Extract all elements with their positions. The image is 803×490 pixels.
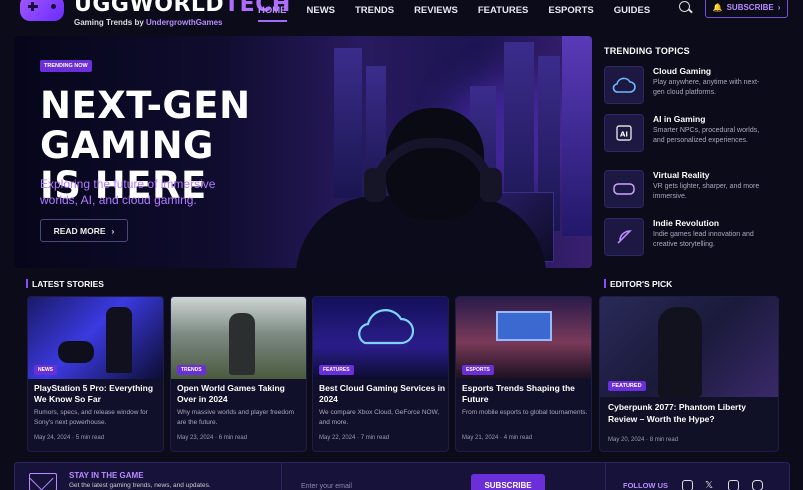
email-input[interactable]: Enter your email: [295, 477, 485, 490]
newsletter-bar: STAY IN THE GAME Get the latest gaming t…: [14, 462, 790, 490]
story-card[interactable]: ESPORTS Esports Trends Shaping the Futur…: [455, 296, 592, 452]
trending-item-title: Cloud Gaming: [653, 66, 712, 76]
logo[interactable]: UGGWORLDTECH Gaming Trends by Undergrowt…: [20, 0, 291, 27]
tagline-a: Gaming Trends by: [74, 18, 147, 27]
story-date: May 23, 2024: [177, 435, 214, 441]
story-date: May 22, 2024: [319, 435, 356, 441]
trending-badge: TRENDING NOW: [40, 60, 92, 72]
youtube-icon[interactable]: [728, 480, 739, 490]
ai-chip-icon: AI: [604, 114, 644, 152]
story-card[interactable]: NEWS PlayStation 5 Pro: Everything We Kn…: [27, 296, 164, 452]
page: UGGWORLDTECH Gaming Trends by Undergrowt…: [0, 0, 803, 490]
feather-icon: [604, 218, 644, 256]
trending-item-ai[interactable]: AI AI in Gaming Smarter NPCs, procedural…: [604, 114, 790, 156]
mail-icon: [29, 473, 57, 490]
story-desc: We compare Xbox Cloud, GeForce NOW, and …: [319, 409, 440, 426]
trending-item-desc: Smarter NPCs, procedural worlds, and per…: [653, 127, 760, 144]
hero-subtitle: Exploring the future of immersive worlds…: [40, 177, 216, 207]
search-icon[interactable]: [678, 1, 692, 15]
trending-item-vr[interactable]: Virtual Reality VR gets lighter, sharper…: [604, 170, 790, 212]
read-more-button[interactable]: READ MORE ›: [40, 219, 128, 242]
story-title: PlayStation 5 Pro: Everything We Know So…: [34, 383, 154, 404]
nav-trends[interactable]: TRENDS: [355, 0, 394, 22]
nav-home[interactable]: HOME: [258, 0, 287, 22]
story-card[interactable]: TRENDS Open World Games Taking Over in 2…: [170, 296, 307, 452]
hero-banner[interactable]: TRENDING NOW NEXT-GEN GAMING IS HERE Expl…: [14, 36, 592, 268]
discord-icon[interactable]: [682, 480, 693, 490]
newsletter-desc: Get the latest gaming trends, news, and …: [69, 482, 211, 489]
nav-esports[interactable]: ESPORTS: [548, 0, 593, 22]
story-meta: May 21, 2024 · 4 min read: [462, 435, 533, 441]
story-desc: Rumors, specs, and release window for So…: [34, 409, 148, 426]
story-read-time: 5 min read: [75, 435, 105, 441]
story-desc: From mobile esports to global tournament…: [462, 409, 588, 416]
nav-features[interactable]: FEATURES: [478, 0, 529, 22]
trending-item-desc: VR gets lighter, sharper, and more immer…: [653, 183, 760, 200]
read-more-label: READ MORE: [53, 225, 106, 236]
nav-guides[interactable]: GUIDES: [614, 0, 650, 22]
hero-title-line1: NEXT-GEN GAMING: [40, 84, 251, 167]
trending-title: TRENDING TOPICS: [604, 46, 690, 56]
newsletter-title: STAY IN THE GAME: [69, 471, 144, 480]
subscribe-button[interactable]: 🔔 SUBSCRIBE ›: [705, 0, 788, 18]
trending-item-desc: Play anywhere, anytime with next-gen clo…: [653, 79, 760, 96]
pick-date: May 20, 2024: [608, 437, 645, 443]
story-tag: ESPORTS: [462, 365, 494, 375]
vr-headset-icon: [604, 170, 644, 208]
instagram-icon[interactable]: [752, 480, 763, 490]
editors-pick-card[interactable]: FEATURED Cyberpunk 2077: Phantom Liberty…: [599, 296, 779, 452]
story-card[interactable]: FEATURES Best Cloud Gaming Services in 2…: [312, 296, 449, 452]
story-meta: May 22, 2024 · 7 min read: [319, 435, 390, 441]
story-date: May 24, 2024: [34, 435, 71, 441]
editors-pick-title: EDITOR'S PICK: [604, 279, 672, 289]
story-desc: Why massive worlds and player freedom ar…: [177, 409, 295, 426]
nav-reviews[interactable]: REVIEWS: [414, 0, 458, 22]
story-read-time: 6 min read: [218, 435, 248, 441]
trending-item-desc: Indie games lead innovation and creative…: [653, 231, 754, 248]
divider: [605, 463, 606, 490]
story-read-time: 7 min read: [360, 435, 390, 441]
trending-item-title: Virtual Reality: [653, 170, 710, 180]
pick-read-time: 8 min read: [649, 437, 679, 443]
tagline-b: UndergrowthGames: [146, 18, 223, 27]
x-twitter-icon[interactable]: 𝕏: [705, 480, 716, 490]
svg-text:AI: AI: [620, 131, 628, 139]
story-tag: FEATURES: [319, 365, 354, 375]
nav-news[interactable]: NEWS: [307, 0, 336, 22]
gamepad-icon: [20, 0, 64, 21]
trending-item-cloud[interactable]: Cloud Gaming Play anywhere, anytime with…: [604, 66, 790, 108]
latest-stories-title: LATEST STORIES: [26, 279, 104, 289]
headphone-ear: [480, 168, 502, 202]
building: [562, 36, 592, 236]
cloud-icon: [604, 66, 644, 104]
brand-name-a: UGGWORLD: [74, 0, 225, 17]
story-title: Best Cloud Gaming Services in 2024: [319, 383, 446, 404]
story-tag: TRENDS: [177, 365, 206, 375]
story-tag: NEWS: [34, 365, 57, 375]
main-nav: HOME NEWS TRENDS REVIEWS FEATURES ESPORT…: [258, 0, 650, 26]
pick-meta: May 20, 2024 · 8 min read: [608, 437, 679, 443]
chevron-right-icon: ›: [111, 225, 115, 236]
divider: [281, 463, 282, 490]
story-title: Open World Games Taking Over in 2024: [177, 383, 285, 404]
story-read-time: 4 min read: [503, 435, 533, 441]
story-meta: May 24, 2024 · 5 min read: [34, 435, 105, 441]
story-meta: May 23, 2024 · 6 min read: [177, 435, 248, 441]
trending-item-indie[interactable]: Indie Revolution Indie games lead innova…: [604, 218, 790, 260]
site-header: UGGWORLDTECH Gaming Trends by Undergrowt…: [0, 0, 803, 32]
subscribe-label: SUBSCRIBE: [726, 3, 774, 12]
newsletter-subscribe-button[interactable]: SUBSCRIBE: [471, 474, 545, 490]
story-title: Esports Trends Shaping the Future: [462, 383, 575, 404]
trending-topics: TRENDING TOPICS Cloud Gaming Play anywhe…: [598, 36, 790, 262]
pick-tag: FEATURED: [608, 381, 646, 391]
trending-item-title: AI in Gaming: [653, 114, 706, 124]
follow-us-label: FOLLOW US: [623, 481, 668, 490]
chevron-right-icon: ›: [777, 3, 781, 12]
bell-icon: 🔔: [712, 3, 723, 12]
pick-headline: Cyberpunk 2077: Phantom Liberty Review –…: [608, 402, 746, 424]
story-date: May 21, 2024: [462, 435, 499, 441]
trending-item-title: Indie Revolution: [653, 218, 720, 228]
